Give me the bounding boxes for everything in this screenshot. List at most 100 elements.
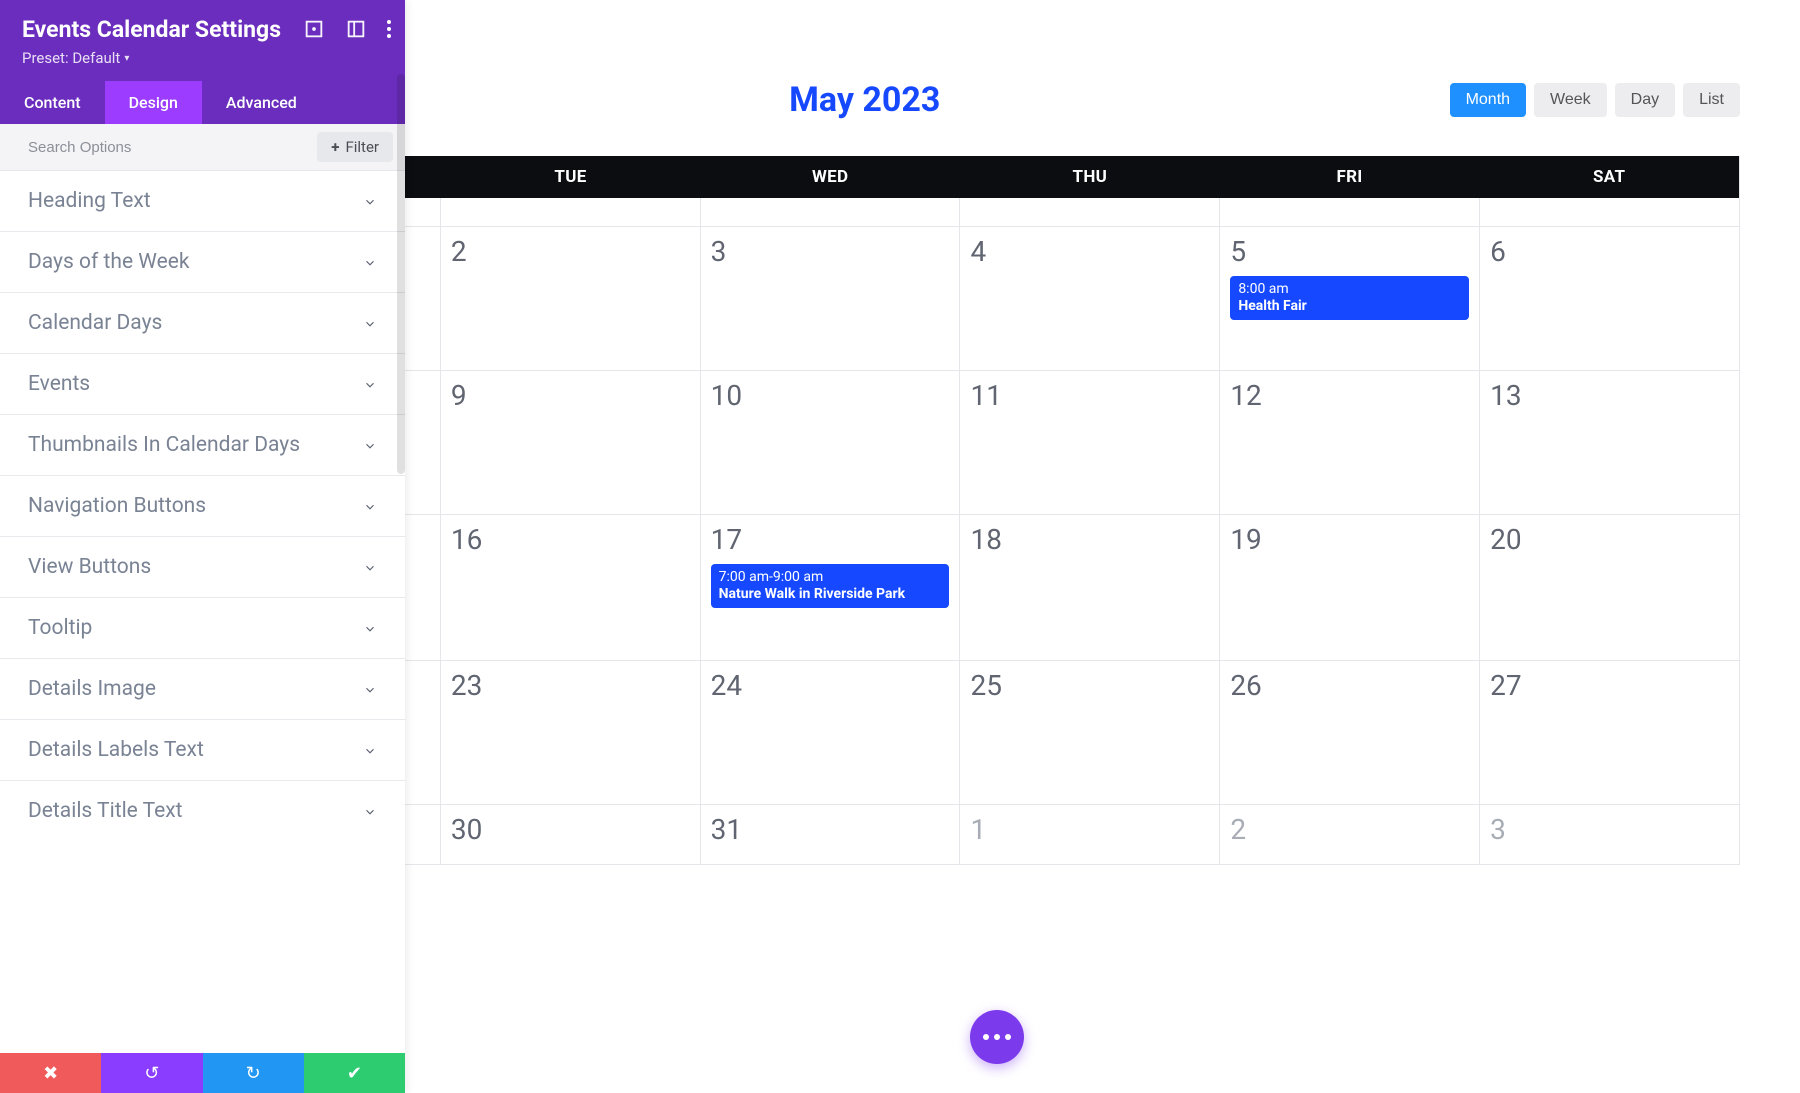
day-number: 10 bbox=[711, 379, 742, 412]
day-cell[interactable]: 10 bbox=[701, 371, 961, 514]
event-time: 7:00 am-9:00 am bbox=[719, 569, 942, 586]
filter-button[interactable]: + Filter bbox=[317, 132, 393, 162]
day-cell[interactable]: 27 bbox=[1480, 661, 1739, 804]
chevron-down-icon bbox=[363, 377, 377, 391]
scrollbar[interactable] bbox=[397, 74, 405, 474]
day-cell[interactable]: 19 bbox=[1220, 515, 1480, 660]
day-number: 30 bbox=[451, 813, 482, 846]
day-number: 24 bbox=[711, 669, 742, 702]
day-cell[interactable]: 1 bbox=[960, 805, 1220, 864]
event-health-fair[interactable]: 8:00 am Health Fair bbox=[1230, 276, 1469, 320]
day-cell[interactable]: 11 bbox=[960, 371, 1220, 514]
tab-design[interactable]: Design bbox=[105, 81, 202, 124]
day-number: 1 bbox=[970, 813, 986, 846]
chevron-down-icon bbox=[363, 438, 377, 452]
event-name: Health Fair bbox=[1238, 298, 1461, 315]
day-number: 4 bbox=[970, 235, 986, 268]
chevron-down-icon bbox=[363, 804, 377, 818]
dock-icon[interactable] bbox=[345, 18, 367, 40]
week-row: 15 16 17 7:00 am-9:00 am Nature Walk in … bbox=[181, 514, 1739, 660]
chevron-down-icon bbox=[363, 499, 377, 513]
day-cell[interactable]: 3 bbox=[1480, 805, 1739, 864]
more-actions-fab[interactable] bbox=[970, 1010, 1024, 1064]
day-cell[interactable]: 30 bbox=[441, 805, 701, 864]
day-number: 3 bbox=[711, 235, 727, 268]
caret-down-icon: ▾ bbox=[124, 53, 129, 64]
day-number: 13 bbox=[1490, 379, 1521, 412]
undo-icon: ↺ bbox=[144, 1063, 159, 1084]
day-cell[interactable]: 24 bbox=[701, 661, 961, 804]
search-row: + Filter bbox=[0, 124, 405, 171]
section-tooltip[interactable]: Tooltip bbox=[0, 598, 405, 659]
day-cell[interactable]: 12 bbox=[1220, 371, 1480, 514]
settings-panel: Events Calendar Settings Preset: Default… bbox=[0, 0, 405, 1093]
day-cell[interactable]: 2 bbox=[441, 227, 701, 370]
section-calendar-days[interactable]: Calendar Days bbox=[0, 293, 405, 354]
section-view-buttons[interactable]: View Buttons bbox=[0, 537, 405, 598]
day-cell[interactable]: 31 bbox=[701, 805, 961, 864]
day-number: 16 bbox=[451, 523, 482, 556]
section-details-image[interactable]: Details Image bbox=[0, 659, 405, 720]
expand-icon[interactable] bbox=[303, 18, 325, 40]
day-cell[interactable]: 16 bbox=[441, 515, 701, 660]
day-number: 26 bbox=[1230, 669, 1261, 702]
day-number: 20 bbox=[1490, 523, 1521, 556]
chevron-down-icon bbox=[363, 194, 377, 208]
calendar-title: May 2023 bbox=[280, 80, 1450, 120]
settings-accordion: Heading Text Days of the Week Calendar D… bbox=[0, 171, 405, 1053]
calendar-spacer bbox=[181, 198, 1739, 226]
plus-icon: + bbox=[331, 138, 339, 156]
view-button-day[interactable]: Day bbox=[1615, 83, 1675, 117]
day-cell[interactable]: 9 bbox=[441, 371, 701, 514]
event-time: 8:00 am bbox=[1238, 281, 1461, 298]
chevron-down-icon bbox=[363, 682, 377, 696]
undo-button[interactable]: ↺ bbox=[101, 1053, 202, 1093]
day-number: 17 bbox=[711, 523, 742, 556]
panel-footer: ✖ ↺ ↻ ✔ bbox=[0, 1053, 405, 1093]
day-cell[interactable]: 25 bbox=[960, 661, 1220, 804]
day-cell[interactable]: 18 bbox=[960, 515, 1220, 660]
section-nav-buttons[interactable]: Navigation Buttons bbox=[0, 476, 405, 537]
cancel-button[interactable]: ✖ bbox=[0, 1053, 101, 1093]
section-heading-text[interactable]: Heading Text bbox=[0, 171, 405, 232]
day-cell[interactable]: 23 bbox=[441, 661, 701, 804]
day-cell[interactable]: 2 bbox=[1220, 805, 1480, 864]
calendar-grid: MON TUE WED THU FRI SAT 2 3 4 5 bbox=[180, 156, 1740, 865]
day-number: 25 bbox=[970, 669, 1001, 702]
section-details-title[interactable]: Details Title Text bbox=[0, 781, 405, 831]
event-nature-walk[interactable]: 7:00 am-9:00 am Nature Walk in Riverside… bbox=[711, 564, 950, 608]
kebab-menu-icon[interactable] bbox=[387, 20, 391, 38]
view-button-month[interactable]: Month bbox=[1450, 83, 1526, 117]
day-cell[interactable]: 5 8:00 am Health Fair bbox=[1220, 227, 1480, 370]
filter-label: Filter bbox=[345, 138, 379, 156]
day-number: 6 bbox=[1490, 235, 1506, 268]
panel-header: Events Calendar Settings Preset: Default… bbox=[0, 0, 405, 81]
day-cell[interactable]: 6 bbox=[1480, 227, 1739, 370]
tab-advanced[interactable]: Advanced bbox=[202, 81, 321, 124]
section-thumbnails[interactable]: Thumbnails In Calendar Days bbox=[0, 415, 405, 476]
preset-dropdown[interactable]: Preset: Default ▾ bbox=[22, 49, 129, 67]
dow-fri: FRI bbox=[1220, 156, 1480, 198]
day-number: 18 bbox=[970, 523, 1001, 556]
section-days-of-week[interactable]: Days of the Week bbox=[0, 232, 405, 293]
day-number: 5 bbox=[1230, 235, 1246, 268]
dow-tue: TUE bbox=[441, 156, 701, 198]
close-icon: ✖ bbox=[43, 1063, 58, 1084]
tab-content[interactable]: Content bbox=[0, 81, 105, 124]
day-cell[interactable]: 26 bbox=[1220, 661, 1480, 804]
save-button[interactable]: ✔ bbox=[304, 1053, 405, 1093]
redo-button[interactable]: ↻ bbox=[203, 1053, 304, 1093]
view-button-week[interactable]: Week bbox=[1534, 83, 1607, 117]
search-options-input[interactable] bbox=[0, 124, 305, 170]
day-cell[interactable]: 3 bbox=[701, 227, 961, 370]
redo-icon: ↻ bbox=[246, 1063, 261, 1084]
section-details-labels[interactable]: Details Labels Text bbox=[0, 720, 405, 781]
day-cell[interactable]: 4 bbox=[960, 227, 1220, 370]
day-cell[interactable]: 20 bbox=[1480, 515, 1739, 660]
event-name: Nature Walk in Riverside Park bbox=[719, 586, 942, 603]
dow-wed: WED bbox=[700, 156, 960, 198]
view-button-list[interactable]: List bbox=[1683, 83, 1740, 117]
day-cell[interactable]: 13 bbox=[1480, 371, 1739, 514]
section-events[interactable]: Events bbox=[0, 354, 405, 415]
day-cell[interactable]: 17 7:00 am-9:00 am Nature Walk in Rivers… bbox=[701, 515, 961, 660]
